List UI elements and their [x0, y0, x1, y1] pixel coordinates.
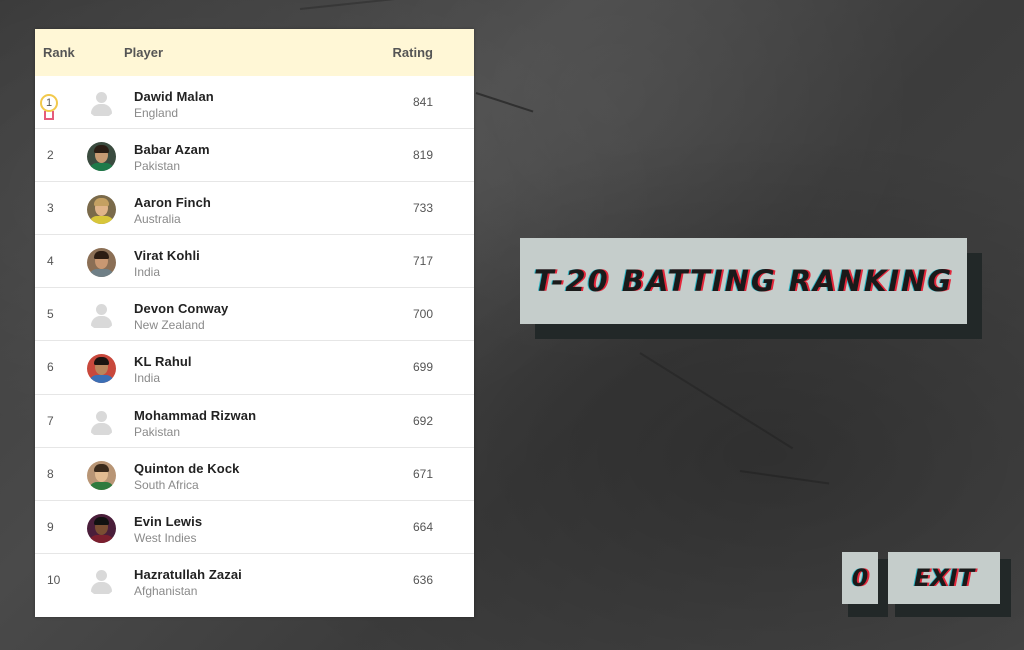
gold-medal-icon: 1 — [40, 94, 58, 112]
placeholder-avatar-icon — [87, 408, 116, 437]
rating-cell: 819 — [412, 148, 433, 163]
player-photo-avatar — [87, 513, 116, 543]
rank-cell: 3 — [47, 201, 54, 216]
table-row[interactable]: 4 Virat Kohli India 717 — [35, 235, 474, 289]
table-row[interactable]: 1 Dawid Malan England 841 — [35, 76, 474, 130]
placeholder-avatar-icon — [87, 301, 116, 330]
zero-button[interactable]: 0 — [842, 552, 878, 604]
player-country: Pakistan — [134, 159, 181, 174]
player-column-header: Player — [124, 45, 164, 60]
table-row[interactable]: 6 KL Rahul India 699 — [35, 341, 474, 395]
player-name: KL Rahul — [134, 354, 192, 370]
medal-ribbon-icon — [44, 111, 54, 120]
rating-cell: 841 — [412, 95, 433, 109]
player-name: Mohammad Rizwan — [134, 407, 257, 423]
rank-cell: 7 — [47, 413, 54, 428]
rating-cell: 692 — [412, 413, 433, 428]
player-photo-avatar — [87, 460, 116, 490]
rating-column-header: Rating — [392, 45, 433, 60]
player-country: New Zealand — [134, 318, 205, 333]
ranking-table: Rank Player Rating 1 Dawid Malan England 84… — [35, 29, 474, 617]
rank-cell: 10 — [47, 572, 61, 587]
player-name: Virat Kohli — [134, 248, 200, 264]
player-photo-avatar — [87, 248, 116, 278]
rank-column-header: Rank — [43, 45, 75, 60]
player-country: Pakistan — [134, 424, 181, 439]
rank-cell: 4 — [47, 254, 54, 269]
rating-cell: 664 — [412, 519, 433, 534]
background-crack — [639, 352, 794, 450]
player-country: South Africa — [134, 477, 199, 492]
rating-cell: 699 — [412, 360, 433, 375]
player-name: Evin Lewis — [134, 513, 203, 529]
rating-cell: 700 — [412, 307, 433, 322]
player-name: Quinton de Kock — [134, 460, 240, 476]
rating-cell: 717 — [412, 254, 433, 269]
placeholder-avatar-icon — [87, 567, 116, 596]
background-crack — [299, 0, 410, 10]
title-banner: T-20 BATTING RANKING — [520, 238, 967, 324]
player-name: Hazratullah Zazai — [134, 566, 242, 582]
rating-cell: 733 — [412, 201, 433, 216]
table-row[interactable]: 9 Evin Lewis West Indies 664 — [35, 501, 474, 554]
player-name: Devon Conway — [134, 301, 229, 317]
rank-cell: 2 — [47, 148, 54, 163]
table-row[interactable]: 10 Hazratullah Zazai Afghanistan 636 — [35, 554, 474, 607]
player-photo-avatar — [87, 195, 116, 225]
table-row[interactable]: 7 Mohammad Rizwan Pakistan 692 — [35, 395, 474, 448]
table-row[interactable]: 2 Babar Azam Pakistan 819 — [35, 129, 474, 183]
player-photo-avatar — [87, 354, 116, 384]
player-name: Babar Azam — [134, 142, 210, 158]
player-country: West Indies — [134, 530, 197, 545]
player-country: India — [134, 371, 161, 386]
background-crack — [475, 92, 534, 113]
rank-cell: 8 — [47, 466, 54, 481]
rank-cell: 6 — [47, 360, 54, 375]
player-country: Australia — [134, 212, 181, 227]
player-country: England — [134, 106, 179, 120]
player-country: India — [134, 265, 161, 280]
page-title: T-20 BATTING RANKING — [533, 264, 954, 298]
player-name: Dawid Malan — [134, 89, 214, 104]
background-crack — [739, 470, 830, 485]
table-body: 1 Dawid Malan England 841 2 Babar Azam Pakista… — [35, 76, 474, 607]
placeholder-avatar-icon — [87, 89, 116, 118]
rating-cell: 671 — [412, 466, 433, 481]
table-header: Rank Player Rating — [35, 29, 474, 76]
table-row[interactable]: 5 Devon Conway New Zealand 700 — [35, 288, 474, 342]
exit-button[interactable]: EXIT — [888, 552, 1000, 604]
player-name: Aaron Finch — [134, 195, 211, 211]
table-row[interactable]: 3 Aaron Finch Australia 733 — [35, 182, 474, 236]
rating-cell: 636 — [412, 572, 433, 587]
rank-cell: 5 — [47, 307, 54, 322]
rank-cell: 9 — [47, 519, 54, 534]
player-country: Afghanistan — [134, 583, 198, 598]
player-photo-avatar — [87, 142, 116, 172]
table-row[interactable]: 8 Quinton de Kock South Africa 671 — [35, 448, 474, 501]
